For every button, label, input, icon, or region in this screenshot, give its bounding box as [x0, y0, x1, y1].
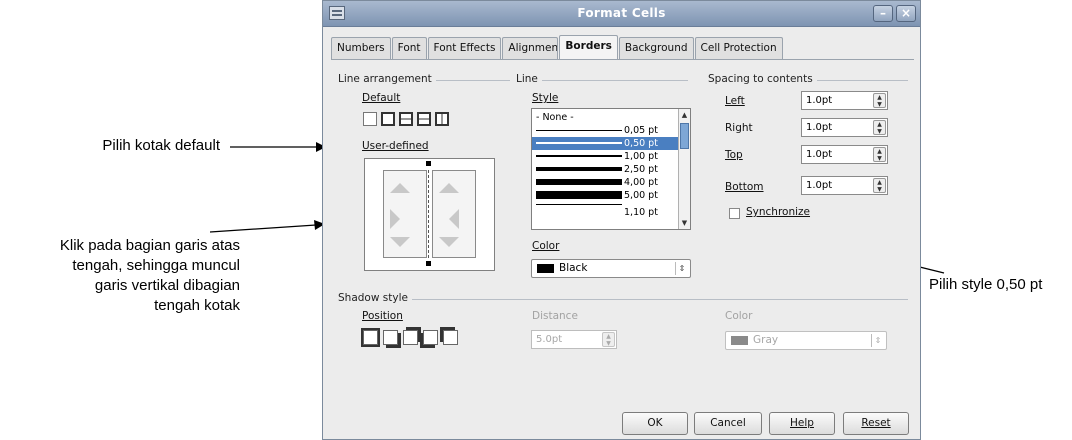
vertical-middle-border [428, 170, 429, 258]
spacing-bottom-label: Bottom [725, 181, 764, 193]
line-style-scrollbar[interactable]: ▲ ▼ [678, 109, 690, 229]
line-style-option[interactable]: 5,00 pt [532, 189, 678, 202]
shadow-color-label: Color [725, 310, 753, 322]
click-annotation-line: garis vertikal dibagian [94, 277, 240, 294]
preset-none[interactable] [363, 112, 377, 126]
spin-button-icon[interactable]: ▲ ▼ [873, 120, 886, 135]
scroll-up-icon[interactable]: ▲ [679, 109, 690, 121]
dialog-title: Format Cells [577, 6, 666, 20]
shadow-position-bottom-right[interactable] [383, 330, 398, 345]
line-style-option[interactable]: 2,50 pt [532, 163, 678, 176]
reset-button[interactable]: Reset [843, 412, 909, 435]
spacing-right-input[interactable]: 1.0pt ▲ ▼ [801, 118, 888, 137]
click-annotation-line: Klik pada bagian garis atas [59, 237, 240, 254]
user-defined-label: User-defined [362, 140, 429, 152]
default-label: Default [362, 92, 401, 104]
shadow-distance-input[interactable]: 5.0pt ▲ ▼ [531, 330, 617, 349]
ok-button[interactable]: OK [622, 412, 688, 435]
shadow-position-label: Position [362, 310, 403, 322]
triangle-marker [390, 209, 400, 229]
spacing-title: Spacing to contents [708, 73, 817, 85]
triangle-marker [390, 183, 410, 193]
preset-box-horizontal[interactable] [399, 112, 413, 126]
minimize-icon[interactable]: – [873, 5, 893, 22]
spacing-top-label: Top [725, 149, 743, 161]
shadow-color-dropdown[interactable]: Gray ⇕ [725, 331, 887, 350]
chevron-down-icon: ⇕ [871, 334, 884, 347]
style-annotation: Pilih style 0,50 pt [929, 276, 1043, 293]
shadow-distance-label: Distance [532, 310, 578, 322]
line-title: Line [516, 73, 542, 85]
help-button[interactable]: Help [769, 412, 835, 435]
triangle-marker [439, 183, 459, 193]
shadow-title: Shadow style [338, 292, 412, 304]
shadow-position-none[interactable] [361, 328, 380, 347]
shadow-position-bottom-left[interactable] [423, 330, 438, 345]
triangle-marker [439, 237, 459, 247]
tab-borders[interactable]: Borders [559, 35, 618, 59]
close-icon[interactable]: × [896, 5, 916, 22]
click-annotation: Klik pada bagian garis atas tengah, sehi… [0, 236, 240, 316]
line-color-label: Color [532, 240, 560, 252]
line-style-option[interactable]: 1,00 pt [532, 150, 678, 163]
style-label: Style [532, 92, 559, 104]
triangle-marker [390, 237, 410, 247]
spacing-top-input[interactable]: 1.0pt ▲ ▼ [801, 145, 888, 164]
triangle-marker [449, 209, 459, 229]
tab-cell-protection[interactable]: Cell Protection [694, 37, 783, 59]
spacing-right-label: Right [725, 122, 753, 134]
line-arrangement-title: Line arrangement [338, 73, 436, 85]
spin-button-icon[interactable]: ▲ ▼ [873, 93, 886, 108]
tab-background[interactable]: Background [618, 37, 694, 59]
spacing-bottom-input[interactable]: 1.0pt ▲ ▼ [801, 176, 888, 195]
cancel-button[interactable]: Cancel [694, 412, 762, 435]
line-style-option[interactable]: 4,00 pt [532, 176, 678, 189]
click-annotation-line: tengah kotak [154, 297, 240, 314]
line-style-listbox[interactable]: - None - 0,05 pt 0,50 pt 1,00 pt 2,50 pt… [531, 108, 691, 230]
shadow-color-value: Gray [753, 334, 779, 346]
spin-button-icon[interactable]: ▲ ▼ [602, 332, 615, 347]
user-defined-border-frame[interactable] [364, 158, 495, 271]
line-style-option-selected[interactable]: 0,50 pt [532, 137, 678, 150]
preset-box[interactable] [381, 112, 395, 126]
shadow-color-swatch [731, 336, 748, 345]
spacing-left-input[interactable]: 1.0pt ▲ ▼ [801, 91, 888, 110]
top-middle-marker [426, 161, 431, 166]
spin-button-icon[interactable]: ▲ ▼ [873, 147, 886, 162]
spin-button-icon[interactable]: ▲ ▼ [873, 178, 886, 193]
shadow-divider [338, 299, 908, 300]
line-color-value: Black [559, 262, 588, 274]
title-bar: Format Cells – × [323, 1, 920, 27]
line-style-option[interactable]: 0,05 pt [532, 124, 678, 137]
preset-outer-inner[interactable] [435, 112, 449, 126]
line-color-dropdown[interactable]: Black ⇕ [531, 259, 691, 278]
click-annotation-line: tengah, sehingga muncul [72, 257, 240, 274]
chevron-down-icon: ⇕ [675, 262, 688, 275]
default-annotation: Pilih kotak default [102, 137, 220, 154]
bottom-middle-marker [426, 261, 431, 266]
synchronize-label: Synchronize [746, 206, 811, 218]
scroll-thumb[interactable] [680, 123, 689, 149]
shadow-position-top-right[interactable] [403, 330, 418, 345]
synchronize-checkbox[interactable] [729, 208, 740, 219]
tab-font-effects[interactable]: Font Effects [427, 37, 502, 59]
line-style-none[interactable]: - None - [532, 111, 678, 124]
tab-bar: Numbers Font Font Effects Alignment Bord… [331, 35, 784, 59]
line-color-swatch [537, 264, 554, 273]
default-annotation-arrow [230, 142, 326, 152]
tab-alignment[interactable]: Alignment [502, 37, 559, 59]
tab-numbers[interactable]: Numbers [331, 37, 391, 59]
tab-font[interactable]: Font [391, 37, 427, 59]
click-annotation-arrow [210, 220, 325, 233]
line-style-option[interactable]: 1,10 pt [532, 204, 678, 218]
shadow-position-top-left[interactable] [443, 330, 458, 345]
scroll-down-icon[interactable]: ▼ [679, 217, 690, 229]
spacing-left-label: Left [725, 95, 745, 107]
preset-box-all[interactable] [417, 112, 431, 126]
